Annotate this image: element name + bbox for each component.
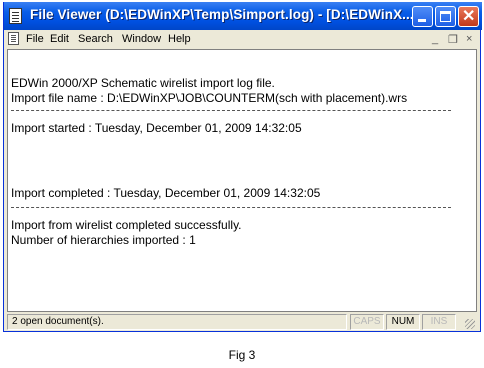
close-icon: ✕ xyxy=(462,8,476,25)
file-viewer-window: File Viewer (D:\EDWinXP\Temp\Simport.log… xyxy=(3,2,482,332)
menu-bar: File Edit Search Window Help _ ❐ × xyxy=(4,30,480,48)
status-bar: 2 open document(s). CAPS NUM INS xyxy=(7,314,477,330)
status-num: NUM xyxy=(386,314,420,330)
log-line-success: Import from wirelist completed successfu… xyxy=(11,218,242,232)
status-documents: 2 open document(s). xyxy=(7,314,347,330)
doc-minimize-button[interactable]: _ xyxy=(432,33,438,45)
status-caps: CAPS xyxy=(350,314,384,330)
separator xyxy=(11,110,451,111)
log-line-import-file: Import file name : D:\EDWinXP\JOB\COUNTE… xyxy=(11,91,408,105)
window-title: File Viewer (D:\EDWinXP\Temp\Simport.log… xyxy=(30,7,414,22)
menu-search[interactable]: Search xyxy=(78,33,113,45)
app-icon[interactable] xyxy=(9,8,22,24)
separator xyxy=(11,207,451,208)
log-line-header: EDWin 2000/XP Schematic wirelist import … xyxy=(11,76,275,90)
log-line-hierarchies: Number of hierarchies imported : 1 xyxy=(11,233,196,247)
menu-edit[interactable]: Edit xyxy=(50,33,69,45)
log-content-area[interactable]: EDWin 2000/XP Schematic wirelist import … xyxy=(7,49,477,312)
figure-caption: Fig 3 xyxy=(228,348,256,362)
menu-help[interactable]: Help xyxy=(168,33,191,45)
menu-file[interactable]: File xyxy=(26,33,44,45)
title-bar[interactable]: File Viewer (D:\EDWinXP\Temp\Simport.log… xyxy=(4,2,482,30)
minimize-icon xyxy=(418,19,426,22)
resize-grip[interactable] xyxy=(465,319,475,329)
document-icon[interactable] xyxy=(8,32,19,45)
log-line-completed: Import completed : Tuesday, December 01,… xyxy=(11,186,321,200)
log-line-started: Import started : Tuesday, December 01, 2… xyxy=(11,121,302,135)
menu-window[interactable]: Window xyxy=(122,33,161,45)
status-ins: INS xyxy=(422,314,456,330)
maximize-button[interactable] xyxy=(435,6,456,27)
doc-close-button[interactable]: × xyxy=(466,33,472,45)
close-button[interactable]: ✕ xyxy=(458,6,479,27)
maximize-icon xyxy=(440,11,451,22)
doc-restore-button[interactable]: ❐ xyxy=(448,33,458,46)
minimize-button[interactable] xyxy=(412,6,433,27)
